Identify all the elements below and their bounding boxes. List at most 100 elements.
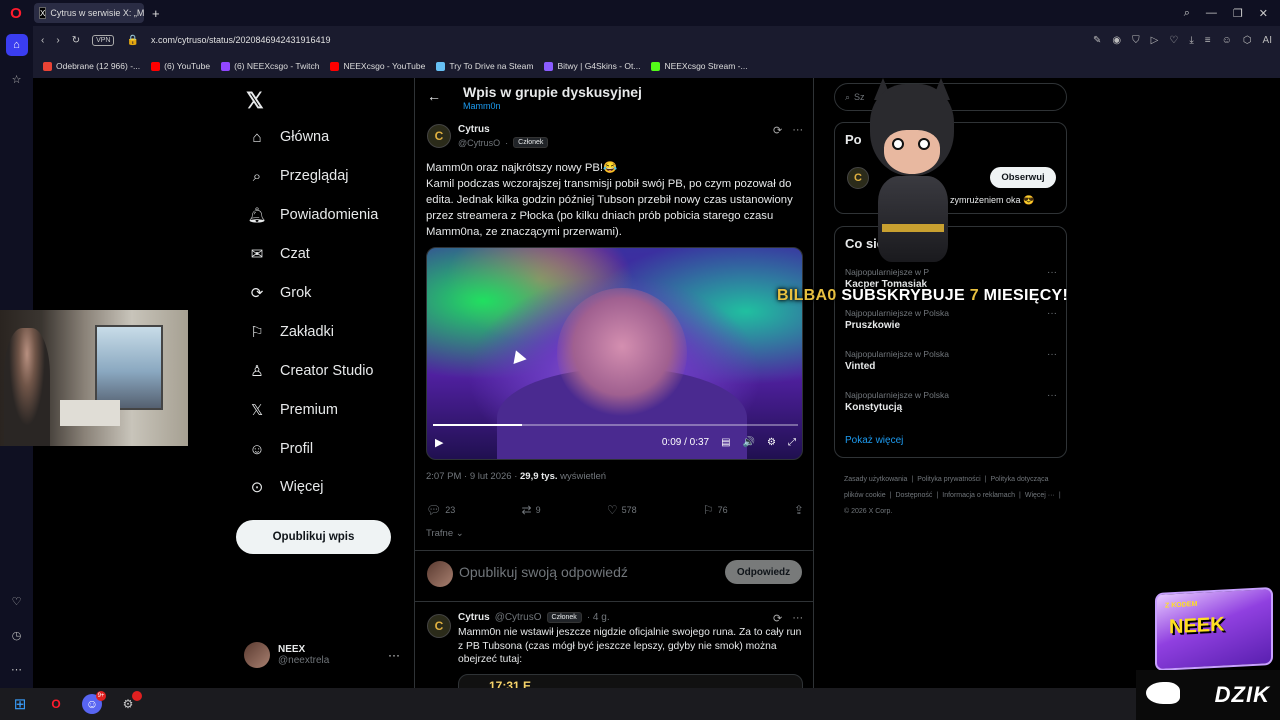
- bookmark-button[interactable]: ⚐ 76: [703, 503, 728, 517]
- account-switcher[interactable]: NEEX @neextrela: [244, 642, 329, 668]
- trend-more-icon[interactable]: ···: [1047, 390, 1057, 401]
- post-timestamp[interactable]: 2:07 PM · 9 lut 2026 ·: [426, 471, 520, 482]
- reload-icon[interactable]: ↻: [72, 35, 80, 46]
- maximize-button[interactable]: ❐: [1233, 7, 1243, 20]
- bookmark-item[interactable]: (6) YouTube: [151, 61, 210, 71]
- like-button[interactable]: ♡ 578: [607, 503, 637, 517]
- bookmark-item[interactable]: NEEXcsgo - YouTube: [330, 61, 425, 71]
- opera-taskbar-icon[interactable]: O: [46, 694, 66, 714]
- nav-item-zakładki[interactable]: ⚐ Zakładki: [248, 323, 334, 341]
- trend-item[interactable]: Najpopularniejsze w Polska Konstytucją ···: [845, 390, 1057, 413]
- ai-button[interactable]: AI: [1263, 35, 1272, 46]
- fullscreen-icon[interactable]: ⤢: [788, 437, 796, 448]
- bookmark-item[interactable]: Try To Drive na Steam: [436, 61, 533, 71]
- browser-tab[interactable]: X Cytrus w serwisie X: „M... ✕: [34, 3, 144, 23]
- like-count: 578: [621, 505, 637, 515]
- reply-submit-button[interactable]: Odpowiedz: [725, 560, 802, 584]
- volume-icon[interactable]: 🔊: [743, 437, 755, 448]
- x-logo-icon[interactable]: 𝕏: [246, 88, 264, 114]
- reply-media[interactable]: 17:31 E: [458, 674, 803, 688]
- windows-start-icon[interactable]: ⊞: [10, 694, 30, 714]
- nav-item-creator-studio[interactable]: ♙ Creator Studio: [248, 362, 373, 380]
- close-window-button[interactable]: ✕: [1259, 7, 1268, 20]
- follow-button[interactable]: Obserwuj: [990, 167, 1056, 188]
- nav-item-czat[interactable]: ✉ Czat: [248, 245, 310, 263]
- publish-post-button[interactable]: Opublikuj wpis: [236, 520, 391, 554]
- forward-icon[interactable]: ›: [56, 35, 59, 46]
- author-name[interactable]: Cytrus: [458, 124, 490, 135]
- grok-icon[interactable]: ⟳: [773, 124, 782, 137]
- grok-icon[interactable]: ⟳: [773, 612, 782, 625]
- reply-sort-dropdown[interactable]: Trafne ⌄: [426, 528, 464, 539]
- opera-logo-icon[interactable]: O: [0, 0, 32, 26]
- video-player[interactable]: ▶ 0:09 / 0:37 ▤ 🔊 ⚙ ⤢: [426, 247, 803, 460]
- download-icon[interactable]: ⤓: [1189, 35, 1193, 46]
- footer-link[interactable]: © 2026 X Corp.: [844, 508, 892, 515]
- author-handle[interactable]: @CytrusO: [458, 138, 500, 148]
- search-tabs-icon[interactable]: ⌕: [1184, 7, 1190, 20]
- trend-item[interactable]: Najpopularniejsze w Polska Vinted ···: [845, 349, 1057, 372]
- lock-icon[interactable]: 🔒: [126, 35, 138, 46]
- camera-icon[interactable]: ◉: [1112, 35, 1121, 46]
- new-tab-button[interactable]: +: [152, 6, 160, 21]
- reply-author-name[interactable]: Cytrus: [458, 612, 490, 623]
- menu-icon[interactable]: ≡: [1205, 35, 1211, 46]
- nav-item-profil[interactable]: ☺ Profil: [248, 440, 313, 458]
- reply-author-handle[interactable]: @CytrusO: [495, 612, 542, 623]
- nav-item-więcej[interactable]: ⊙ Więcej: [248, 478, 324, 496]
- account-more-icon[interactable]: ···: [388, 648, 400, 662]
- history-icon[interactable]: ◷: [6, 624, 28, 646]
- trend-more-icon[interactable]: ···: [1047, 267, 1057, 278]
- community-link[interactable]: Mamm0n: [463, 101, 501, 111]
- steam-taskbar-icon[interactable]: ⚙: [118, 691, 142, 714]
- star-icon[interactable]: ☆: [6, 68, 28, 90]
- show-more-link[interactable]: Pokaż więcej: [845, 435, 903, 446]
- nav-item-powiadomienia[interactable]: 🔔︎ Powiadomienia: [247, 206, 378, 224]
- nav-item-premium[interactable]: 𝕏 Premium: [248, 401, 338, 419]
- footer-link[interactable]: Polityka prywatności: [917, 476, 980, 483]
- shield-icon[interactable]: ⛉: [1132, 35, 1140, 46]
- reply-author-avatar[interactable]: C: [427, 614, 451, 638]
- heart-outline-icon[interactable]: ♡: [1169, 35, 1178, 46]
- footer-link[interactable]: Dostępność: [895, 492, 932, 499]
- back-icon[interactable]: ‹: [41, 35, 44, 46]
- extensions-icon[interactable]: ⬡: [1243, 35, 1252, 46]
- video-progress-bar[interactable]: [433, 424, 798, 426]
- home-sidebar-icon[interactable]: ⌂: [5, 34, 28, 56]
- reply-age[interactable]: · 4 g.: [587, 612, 610, 623]
- vpn-badge[interactable]: VPN: [92, 34, 115, 46]
- repost-button[interactable]: ⇄ 9: [522, 503, 541, 517]
- minimize-button[interactable]: —: [1206, 7, 1217, 20]
- bookmark-item[interactable]: (6) NEEXcsgo - Twitch: [221, 61, 319, 71]
- nav-item-grok[interactable]: ⟳ Grok: [248, 284, 312, 302]
- author-avatar[interactable]: C: [427, 124, 451, 148]
- more-icon[interactable]: ···: [792, 124, 803, 137]
- edit-icon[interactable]: ✎: [1093, 35, 1101, 46]
- more-icon[interactable]: ···: [792, 612, 803, 625]
- captions-icon[interactable]: ▤: [721, 437, 730, 448]
- reply-input[interactable]: Opublikuj swoją odpowiedź: [459, 564, 628, 580]
- footer-link[interactable]: Informacja o reklamach: [942, 492, 1015, 499]
- bookmark-item[interactable]: Bitwy | G4Skins - Ot...: [544, 61, 640, 71]
- trend-more-icon[interactable]: ···: [1047, 308, 1057, 319]
- trend-item[interactable]: Najpopularniejsze w Polska Pruszkowie ···: [845, 308, 1057, 331]
- url-field[interactable]: x.com/cytruso/status/2020846942431916419: [151, 35, 331, 45]
- trend-more-icon[interactable]: ···: [1047, 349, 1057, 360]
- footer-link[interactable]: Więcej ···: [1025, 492, 1055, 499]
- reply-button[interactable]: 💬︎ 23: [426, 503, 455, 517]
- bookmark-item[interactable]: NEEXcsgo Stream -...: [651, 61, 748, 71]
- share-button[interactable]: ⇪: [794, 503, 804, 517]
- footer-link[interactable]: Zasady użytkowania: [844, 476, 907, 483]
- nav-item-przeglądaj[interactable]: ⌕ Przeglądaj: [248, 167, 349, 185]
- settings-icon[interactable]: ⚙: [767, 437, 776, 448]
- more-icon[interactable]: ⋯: [6, 658, 28, 680]
- discord-taskbar-icon[interactable]: ☺ 9+: [82, 691, 106, 714]
- profile-icon[interactable]: ☺: [1222, 35, 1232, 46]
- bookmark-item[interactable]: Odebrane (12 966) -...: [43, 61, 140, 71]
- back-arrow-icon[interactable]: ←: [427, 88, 441, 104]
- nav-item-główna[interactable]: ⌂ Główna: [248, 128, 329, 146]
- heart-icon[interactable]: ♡: [6, 590, 28, 612]
- play-icon[interactable]: ▶: [435, 436, 443, 449]
- bookmark-label: (6) NEEXcsgo - Twitch: [234, 61, 320, 71]
- play-icon[interactable]: ▷: [1151, 35, 1159, 46]
